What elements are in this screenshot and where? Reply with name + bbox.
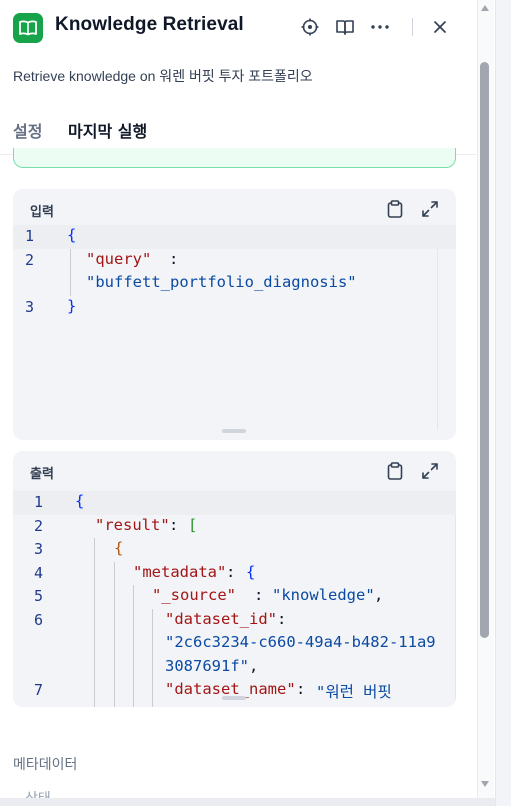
clipboard-icon[interactable]	[385, 199, 405, 219]
json-key: "dataset_id"	[165, 609, 277, 628]
status-banner	[13, 148, 456, 168]
line-number: 2	[24, 250, 34, 269]
line-number: 1	[24, 227, 34, 245]
line-number: 6	[33, 610, 43, 629]
input-resize-handle[interactable]	[222, 429, 246, 433]
line-number: 5	[33, 587, 43, 605]
json-bracket: [	[188, 515, 198, 534]
json-string: "워런 버핏	[316, 683, 392, 701]
expand-icon[interactable]	[420, 199, 440, 219]
json-colon: :	[169, 249, 179, 268]
panel-header: Knowledge Retrieval	[0, 0, 476, 58]
line-number: 1	[33, 493, 43, 511]
output-panel-header: 출력	[13, 451, 456, 489]
target-icon[interactable]	[298, 15, 322, 39]
header-divider	[412, 18, 413, 36]
json-comma: ,	[374, 586, 384, 604]
json-key: "_source"	[152, 586, 236, 604]
json-colon: :	[254, 586, 273, 604]
expand-icon[interactable]	[420, 461, 440, 481]
line-number: 2	[33, 516, 43, 535]
code-line: 3 {	[13, 538, 456, 562]
output-resize-handle[interactable]	[222, 696, 246, 700]
input-panel-header: 입력	[13, 189, 456, 227]
book-open-icon[interactable]	[333, 15, 357, 39]
code-line: 4 "metadata" : {	[13, 562, 456, 586]
json-string: "buffett_portfolio_diagnosis"	[86, 273, 357, 291]
json-string: 3087691f"	[165, 656, 249, 675]
node-detail-panel: Knowledge Retrieval Retrieve knowledge o…	[0, 0, 476, 798]
code-text: {	[75, 492, 85, 510]
app-background-strip	[495, 0, 511, 806]
panel-scrollbar-thumb[interactable]	[480, 62, 489, 638]
output-code-panel: 출력 1 {2 "result": [3 {4 "metadata":…	[13, 451, 456, 707]
json-key: "query"	[86, 249, 152, 268]
json-key: "result"	[95, 515, 170, 534]
json-string: "knowledge"	[272, 586, 375, 604]
scroll-down-arrow-icon[interactable]	[480, 780, 490, 788]
book-icon	[13, 13, 43, 43]
input-code-editor[interactable]: 1 { 2 "query" : "buffett_portfolio_diagn…	[13, 225, 456, 435]
node-description: Retrieve knowledge on 워렌 버핏 투자 포트폴리오	[13, 68, 313, 84]
close-icon[interactable]	[428, 15, 452, 39]
panel-title: Knowledge Retrieval	[55, 14, 244, 35]
status-section-label: 상태	[25, 788, 51, 798]
json-comma: ,	[249, 656, 259, 675]
code-line: 5 "_source" : "knowledge" ,	[13, 585, 456, 609]
tab-settings[interactable]: 설정	[13, 118, 42, 152]
line-number: 3	[24, 297, 34, 316]
clipboard-icon[interactable]	[385, 461, 405, 481]
code-line: 2 "result" : [	[13, 515, 456, 539]
scroll-up-arrow-icon[interactable]	[480, 4, 490, 12]
code-line: 1 {	[13, 491, 456, 515]
code-line: 1 {	[13, 225, 456, 249]
code-text: }	[67, 296, 77, 315]
code-line: 2 "query" :	[13, 248, 456, 296]
app-bottom-strip	[0, 798, 495, 806]
output-code-editor[interactable]: 1 { 2 "result" : [ 3 { 4 "metadata" : { …	[13, 491, 456, 707]
json-colon: :	[296, 680, 315, 698]
json-colon: :	[226, 562, 245, 581]
json-colon: :	[277, 609, 287, 628]
metadata-section-label: 메타데이터	[13, 757, 78, 773]
output-label: 출력	[30, 467, 54, 482]
input-label: 입력	[30, 205, 54, 220]
more-icon[interactable]	[368, 15, 392, 39]
input-code-panel: 입력 1 { 2 "query": "buffett_portfolio_di…	[13, 189, 456, 440]
code-line: "2c6c3234-c660-49a4-b482-11a9	[13, 632, 456, 656]
code-line: "buffett_portfolio_diagnosis"	[13, 272, 456, 296]
code-line: 3087691f" ,	[13, 656, 456, 680]
line-number: 4	[33, 563, 43, 582]
code-line: 3 }	[13, 296, 456, 320]
code-text: {	[114, 539, 124, 557]
line-number: 3	[33, 540, 43, 558]
json-brace: {	[246, 562, 256, 581]
json-key: "metadata"	[133, 562, 227, 581]
code-text: {	[67, 226, 77, 244]
code-line: 6 "dataset_id" :	[13, 609, 456, 633]
json-colon: :	[169, 515, 188, 534]
json-string: "2c6c3234-c660-49a4-b482-11a9	[165, 633, 436, 651]
line-number: 7	[33, 681, 43, 699]
